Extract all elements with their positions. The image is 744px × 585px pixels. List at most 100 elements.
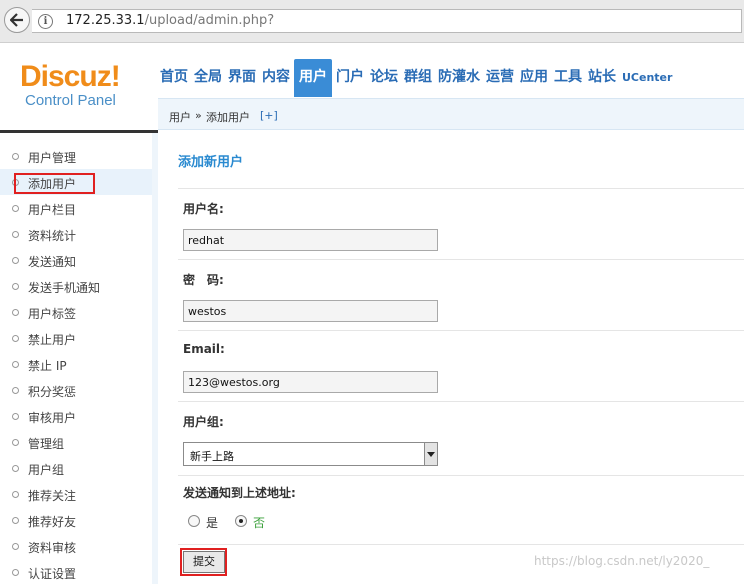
bullet-icon (12, 465, 19, 472)
logo-text: Discuz! (20, 60, 121, 93)
sidebar-item-profile-stats[interactable]: 资料统计 (0, 221, 152, 247)
sidebar-item-label: 审核用户 (28, 411, 77, 425)
nav-forum[interactable]: 论坛 (368, 59, 400, 97)
sidebar-item-admin-groups[interactable]: 管理组 (0, 429, 152, 455)
username-label: 用户名: (183, 202, 224, 216)
sidebar-item-ban-user[interactable]: 禁止用户 (0, 325, 152, 351)
breadcrumb-separator: » (195, 109, 202, 122)
nav-global[interactable]: 全局 (192, 59, 224, 97)
bullet-icon (12, 543, 19, 550)
nav-interface[interactable]: 界面 (226, 59, 258, 97)
discuz-logo[interactable]: Discuz! Control Panel (20, 60, 121, 109)
user-group-select[interactable]: 新手上路 (183, 442, 438, 466)
sidebar-item-profile-review[interactable]: 资料审核 (0, 533, 152, 559)
browser-toolbar: i 172.25.33.1/upload/admin.php? (0, 0, 744, 43)
sidebar-item-user-management[interactable]: 用户管理 (0, 143, 152, 169)
password-label: 密 码: (183, 273, 224, 287)
notify-label: 发送通知到上述地址: (183, 486, 296, 500)
nav-antispam[interactable]: 防灌水 (436, 59, 482, 97)
divider (178, 259, 744, 260)
sidebar-item-label: 用户标签 (28, 307, 77, 321)
nav-group[interactable]: 群组 (402, 59, 434, 97)
email-label: Email: (183, 342, 225, 356)
bullet-icon (12, 153, 19, 160)
sidebar-item-label: 发送通知 (28, 255, 77, 269)
url-host: 172.25.33.1 (66, 13, 145, 28)
bullet-icon (12, 231, 19, 238)
bullet-icon (12, 491, 19, 498)
sidebar-item-label: 管理组 (28, 437, 65, 451)
nav-portal[interactable]: 门户 (334, 59, 366, 97)
notify-yes-radio[interactable] (188, 515, 200, 527)
nav-webmaster[interactable]: 站长 (586, 59, 618, 97)
sidebar-item-label: 禁止用户 (28, 333, 77, 347)
notify-no-radio[interactable] (235, 515, 247, 527)
top-navigation: 首页 全局 界面 内容 用户 门户 论坛 群组 防灌水 运营 应用 工具 站长 UCenter (158, 59, 676, 97)
username-input[interactable] (183, 229, 438, 251)
sidebar-item-label: 推荐关注 (28, 489, 77, 503)
sidebar-item-label: 资料统计 (28, 229, 77, 243)
bullet-icon (12, 205, 19, 212)
sidebar-item-recommend-follow[interactable]: 推荐关注 (0, 481, 152, 507)
url-text: 172.25.33.1/upload/admin.php? (66, 13, 274, 28)
sidebar-item-verify-settings[interactable]: 认证设置 (0, 559, 152, 585)
bullet-icon (12, 335, 19, 342)
sidebar-item-user-tags[interactable]: 用户标签 (0, 299, 152, 325)
email-input[interactable] (183, 371, 438, 393)
sidebar-item-label: 用户组 (28, 463, 65, 477)
user-group-selected: 新手上路 (190, 450, 234, 463)
nav-user[interactable]: 用户 (294, 59, 332, 97)
nav-operation[interactable]: 运营 (484, 59, 516, 97)
sidebar-item-moderate-users[interactable]: 审核用户 (0, 403, 152, 429)
breadcrumb-section[interactable]: 用户 (169, 109, 191, 125)
sidebar-item-recommend-friends[interactable]: 推荐好友 (0, 507, 152, 533)
watermark: https://blog.csdn.net/ly2020_ (534, 554, 710, 568)
back-button[interactable] (4, 7, 30, 33)
divider (178, 401, 744, 402)
bullet-icon (12, 569, 19, 576)
sidebar-item-label: 用户栏目 (28, 203, 77, 217)
sidebar-item-user-groups[interactable]: 用户组 (0, 455, 152, 481)
logo-subtitle: Control Panel (25, 92, 116, 109)
bullet-icon (12, 387, 19, 394)
nav-ucenter[interactable]: UCenter (620, 60, 674, 98)
sidebar-item-label: 用户管理 (28, 151, 77, 165)
url-path: /upload/admin.php? (144, 13, 275, 28)
sidebar-item-label: 积分奖惩 (28, 385, 77, 399)
sidebar-item-send-sms[interactable]: 发送手机通知 (0, 273, 152, 299)
bullet-icon (12, 413, 19, 420)
sidebar-item-label: 禁止 IP (28, 359, 67, 373)
divider (178, 475, 744, 476)
sidebar: 用户管理 添加用户 用户栏目 资料统计 发送通知 发送手机通知 用户标签 禁止用… (0, 133, 153, 584)
breadcrumb-add-link[interactable]: [+] (260, 109, 278, 122)
nav-tools[interactable]: 工具 (552, 59, 584, 97)
notify-no-label[interactable]: 否 (253, 514, 265, 531)
sidebar-item-label: 推荐好友 (28, 515, 77, 529)
nav-content[interactable]: 内容 (260, 59, 292, 97)
breadcrumb: 用户 » 添加用户 [+] (158, 98, 744, 130)
address-bar[interactable]: i 172.25.33.1/upload/admin.php? (32, 9, 742, 33)
highlight-box (180, 548, 227, 576)
sidebar-item-label: 发送手机通知 (28, 281, 101, 295)
sidebar-item-user-fields[interactable]: 用户栏目 (0, 195, 152, 221)
sidebar-item-credit-rewards[interactable]: 积分奖惩 (0, 377, 152, 403)
nav-home[interactable]: 首页 (158, 59, 190, 97)
dropdown-arrow-icon[interactable] (424, 443, 437, 465)
add-user-form: 添加新用户 用户名: 密 码: Email: 用户组: 新手上路 发送通知到上述… (158, 133, 744, 584)
sidebar-item-send-notice[interactable]: 发送通知 (0, 247, 152, 273)
info-icon[interactable]: i (38, 14, 53, 29)
divider (178, 188, 744, 189)
bullet-icon (12, 283, 19, 290)
sidebar-item-ban-ip[interactable]: 禁止 IP (0, 351, 152, 377)
bullet-icon (12, 517, 19, 524)
breadcrumb-page: 添加用户 (206, 111, 250, 124)
nav-apps[interactable]: 应用 (518, 59, 550, 97)
highlight-box (14, 173, 95, 194)
password-input[interactable] (183, 300, 438, 322)
notify-yes-label[interactable]: 是 (206, 514, 218, 531)
user-group-label: 用户组: (183, 415, 224, 429)
divider (178, 544, 744, 545)
bullet-icon (12, 309, 19, 316)
bullet-icon (12, 361, 19, 368)
bullet-icon (12, 257, 19, 264)
